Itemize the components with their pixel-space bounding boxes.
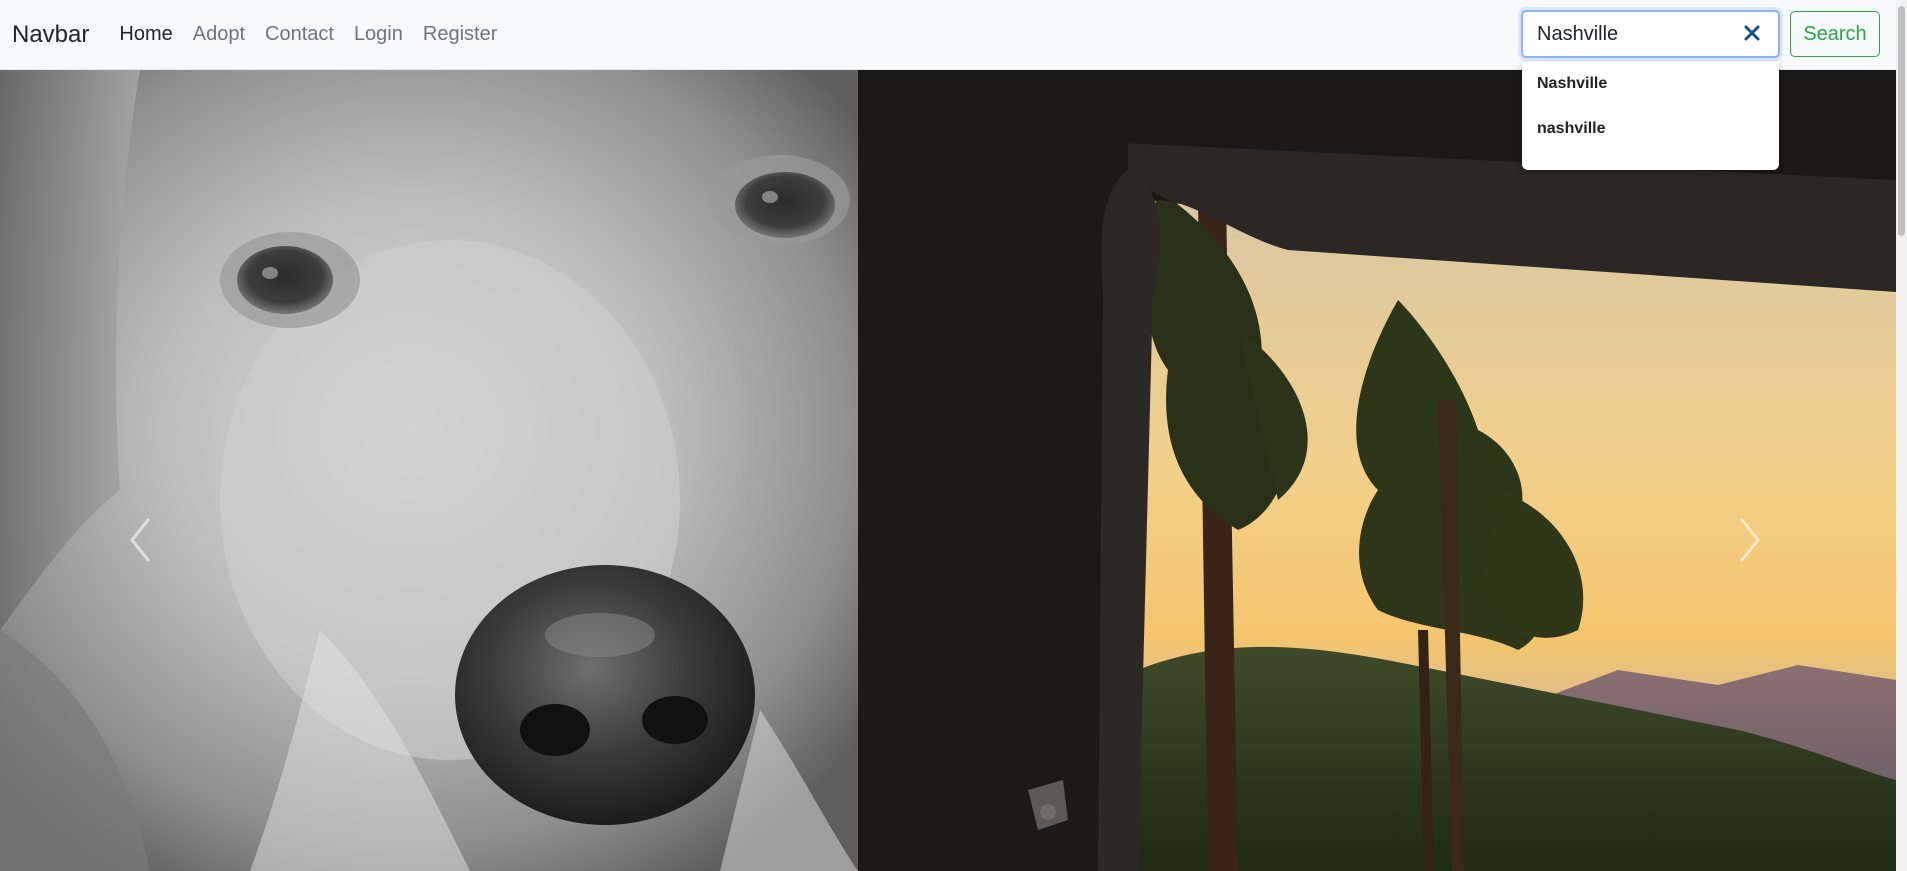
carousel-prev-icon[interactable] — [120, 510, 160, 570]
nav-link-adopt[interactable]: Adopt — [183, 23, 255, 46]
carousel-next-icon[interactable] — [1730, 510, 1770, 570]
navbar-brand[interactable]: Navbar — [12, 21, 89, 49]
search-input[interactable] — [1537, 22, 1727, 46]
autocomplete-list: Nashville nashville — [1522, 62, 1779, 170]
dog-photo — [0, 70, 858, 871]
hero-carousel — [0, 70, 1896, 871]
nav-links: Home Adopt Contact Login Register — [109, 23, 507, 46]
search-box — [1521, 10, 1780, 58]
nav-link-login[interactable]: Login — [344, 23, 413, 46]
suggestion-item[interactable]: Nashville — [1522, 70, 1779, 115]
van-window-photo — [858, 70, 1896, 871]
search-button[interactable]: Search — [1790, 11, 1880, 57]
page: Navbar Home Adopt Contact Login Register… — [0, 0, 1907, 871]
nav-link-home[interactable]: Home — [109, 23, 182, 46]
vertical-scrollbar[interactable] — [1896, 0, 1907, 871]
nav-link-contact[interactable]: Contact — [255, 23, 344, 46]
close-icon[interactable] — [1742, 23, 1762, 43]
nav-link-register[interactable]: Register — [413, 23, 507, 46]
suggestion-item[interactable]: nashville — [1522, 115, 1779, 160]
scrollbar-thumb[interactable] — [1898, 6, 1905, 236]
